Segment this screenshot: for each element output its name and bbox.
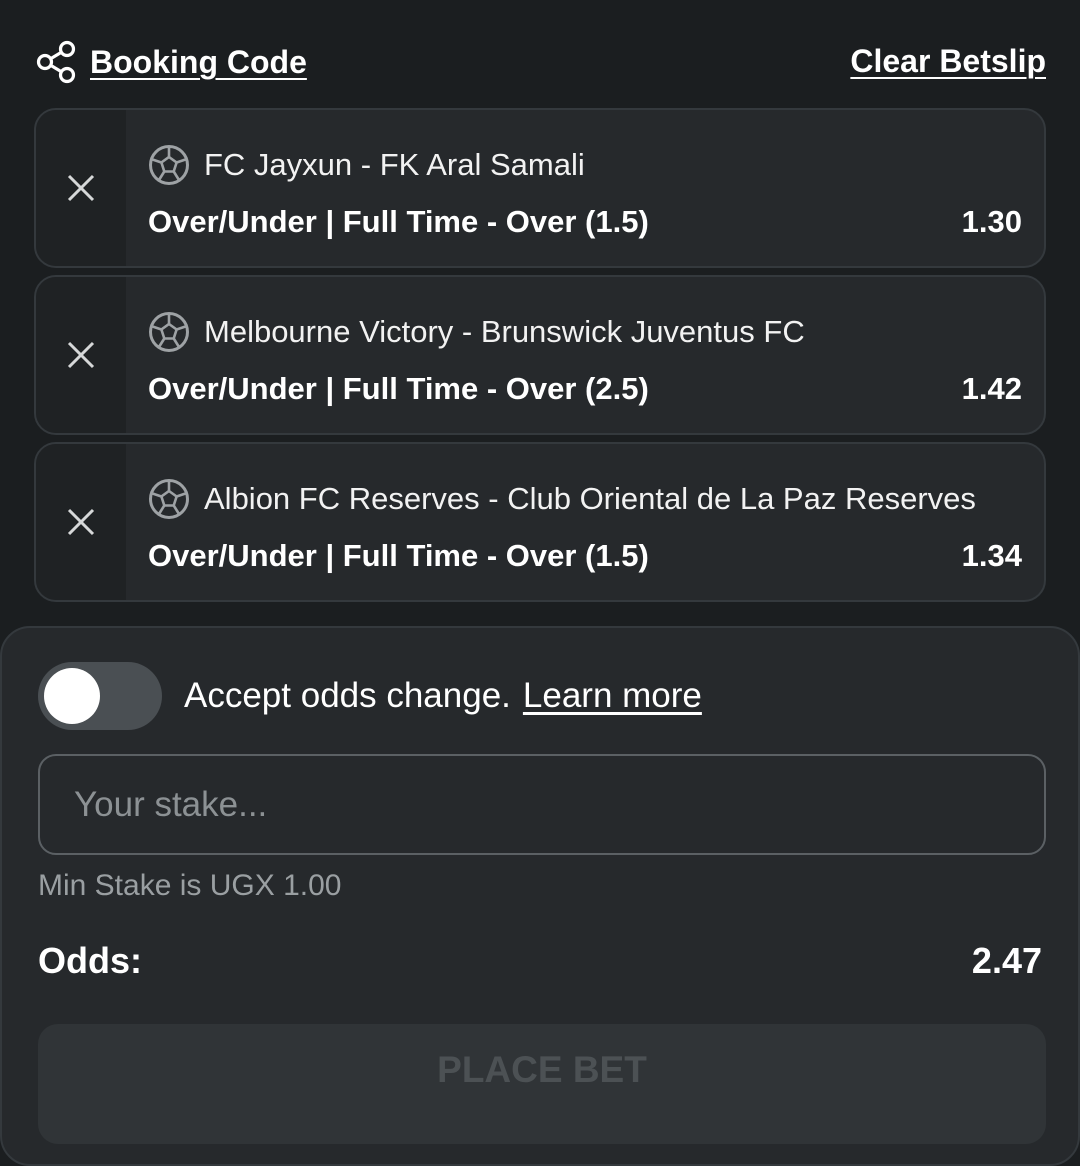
min-stake-text: Min Stake is UGX 1.00 bbox=[38, 869, 342, 902]
bet-odds: 1.30 bbox=[961, 204, 1022, 239]
stake-input[interactable] bbox=[38, 754, 1046, 855]
accept-odds-label: Accept odds change. bbox=[184, 676, 511, 715]
total-odds-label: Odds: bbox=[38, 940, 142, 981]
accept-odds-row: Accept odds change. Learn more bbox=[38, 662, 702, 730]
bet-market: Over/Under | Full Time - Over (1.5) bbox=[148, 538, 649, 573]
bet-odds: 1.34 bbox=[961, 538, 1022, 573]
bet-match-row: Melbourne Victory - Brunswick Juventus F… bbox=[148, 311, 805, 353]
soccer-ball-icon bbox=[149, 145, 189, 185]
bet-match-name: Melbourne Victory - Brunswick Juventus F… bbox=[204, 314, 805, 349]
bet-selection-body: Albion FC Reserves - Club Oriental de La… bbox=[126, 444, 1044, 600]
total-odds-value: 2.47 bbox=[971, 940, 1042, 981]
toggle-knob bbox=[44, 668, 100, 724]
place-bet-button[interactable]: PLACE BET bbox=[38, 1024, 1046, 1144]
bet-match-name: FC Jayxun - FK Aral Samali bbox=[204, 147, 585, 182]
close-icon bbox=[67, 174, 95, 202]
bet-match-row: FC Jayxun - FK Aral Samali bbox=[148, 144, 585, 186]
bet-odds: 1.42 bbox=[961, 371, 1022, 406]
bet-selection-body: Melbourne Victory - Brunswick Juventus F… bbox=[126, 277, 1044, 433]
bet-selection: FC Jayxun - FK Aral Samali Over/Under | … bbox=[34, 108, 1046, 268]
stake-panel: Accept odds change. Learn more Min Stake… bbox=[0, 626, 1080, 1166]
bet-selection-body: FC Jayxun - FK Aral Samali Over/Under | … bbox=[126, 110, 1044, 266]
bet-market: Over/Under | Full Time - Over (2.5) bbox=[148, 371, 649, 406]
booking-code-label[interactable]: Booking Code bbox=[90, 44, 307, 81]
accept-odds-toggle[interactable] bbox=[38, 662, 162, 730]
close-icon bbox=[67, 341, 95, 369]
bet-selection: Melbourne Victory - Brunswick Juventus F… bbox=[34, 275, 1046, 435]
remove-selection-button[interactable] bbox=[36, 277, 126, 433]
bet-list: FC Jayxun - FK Aral Samali Over/Under | … bbox=[34, 108, 1046, 609]
remove-selection-button[interactable] bbox=[36, 110, 126, 266]
bet-match-name: Albion FC Reserves - Club Oriental de La… bbox=[204, 481, 976, 516]
booking-code-link[interactable]: Booking Code bbox=[36, 40, 307, 84]
clear-betslip-link[interactable]: Clear Betslip bbox=[850, 43, 1046, 80]
bet-selection: Albion FC Reserves - Club Oriental de La… bbox=[34, 442, 1046, 602]
soccer-ball-icon bbox=[149, 479, 189, 519]
soccer-ball-icon bbox=[149, 312, 189, 352]
share-icon bbox=[36, 40, 76, 84]
learn-more-link[interactable]: Learn more bbox=[523, 676, 702, 716]
bet-market: Over/Under | Full Time - Over (1.5) bbox=[148, 204, 649, 239]
bet-match-row: Albion FC Reserves - Club Oriental de La… bbox=[148, 478, 976, 520]
remove-selection-button[interactable] bbox=[36, 444, 126, 600]
close-icon bbox=[67, 508, 95, 536]
betslip-header: Booking Code Clear Betslip bbox=[0, 0, 1080, 108]
